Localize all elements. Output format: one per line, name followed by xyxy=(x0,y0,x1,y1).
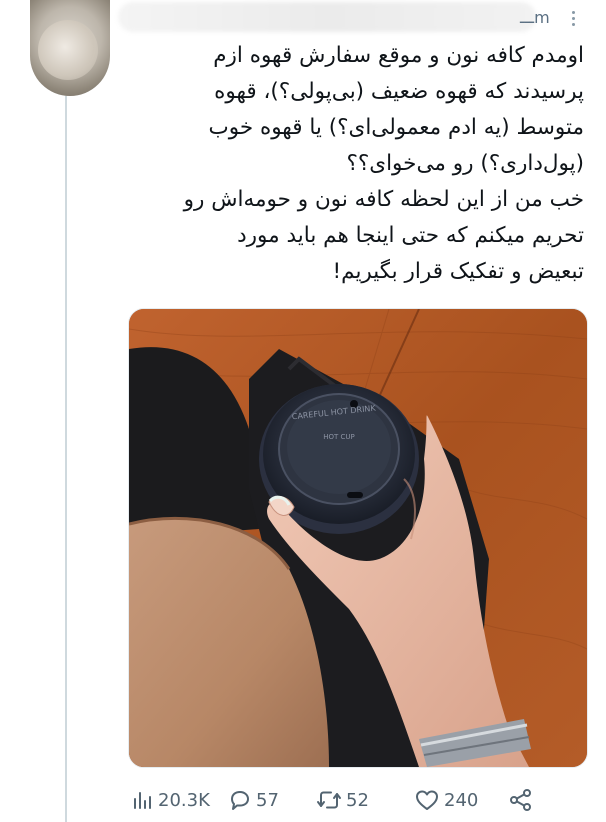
tweet-text: اومدم کافه نون و موقع سفارش قهوه ازم پرس… xyxy=(183,43,584,284)
like-action[interactable]: 240 xyxy=(414,786,478,814)
tweet-actions: 20.3K 57 52 240 xyxy=(130,786,550,816)
tweet-card[interactable]: ـــm اومدم کافه نون و موقع سفارش قهوه از… xyxy=(0,0,606,822)
reply-action[interactable]: 57 xyxy=(228,786,279,814)
heart-icon xyxy=(416,790,438,810)
like-count: 240 xyxy=(444,789,479,811)
avatar[interactable] xyxy=(30,0,110,96)
tweet-photo[interactable]: CAREFUL HOT DRINK HOT CUP xyxy=(128,308,588,768)
svg-text:HOT CUP: HOT CUP xyxy=(323,433,355,441)
reply-bubble-icon xyxy=(231,791,249,810)
retweet-action[interactable]: 52 xyxy=(316,786,369,814)
views-action[interactable]: 20.3K xyxy=(132,786,210,814)
avatar-blur xyxy=(38,20,98,80)
retweet-icon xyxy=(317,791,341,809)
thread-line xyxy=(65,96,67,822)
photo-coffee-cup: CAREFUL HOT DRINK HOT CUP xyxy=(129,309,587,767)
reply-count: 57 xyxy=(256,789,279,811)
share-icon xyxy=(510,789,531,811)
views-bar-icon xyxy=(134,792,151,809)
more-dots-icon[interactable] xyxy=(566,8,580,32)
views-count: 20.3K xyxy=(158,789,210,811)
author-handle-tail: ـــm xyxy=(520,8,551,27)
redacted-author-name xyxy=(118,2,536,32)
retweet-count: 52 xyxy=(346,789,369,811)
share-action[interactable] xyxy=(508,786,538,814)
